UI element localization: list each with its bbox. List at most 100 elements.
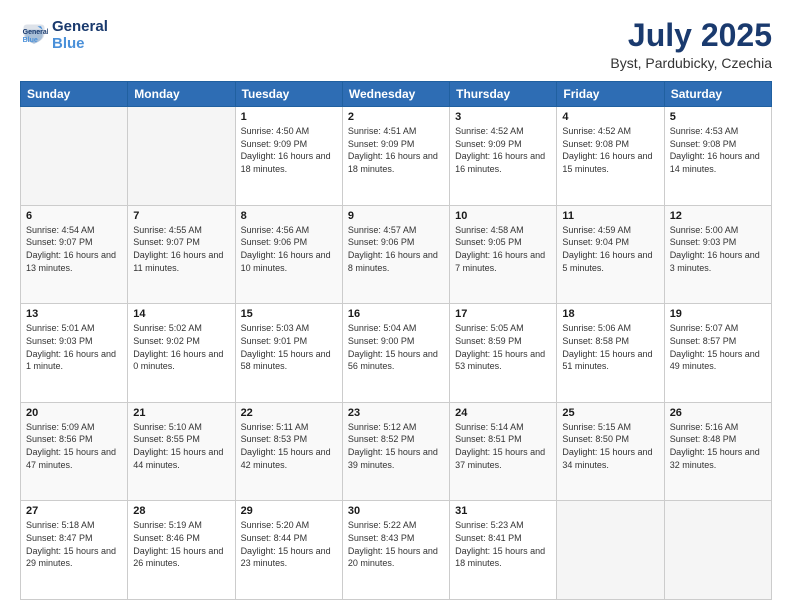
calendar-cell: 12 Sunrise: 5:00 AMSunset: 9:03 PMDaylig… (664, 205, 771, 304)
calendar-cell: 24 Sunrise: 5:14 AMSunset: 8:51 PMDaylig… (450, 402, 557, 501)
day-number: 25 (562, 407, 658, 419)
day-detail: Sunrise: 4:51 AMSunset: 9:09 PMDaylight:… (348, 125, 444, 175)
day-number: 24 (455, 407, 551, 419)
day-number: 4 (562, 111, 658, 123)
day-number: 17 (455, 308, 551, 320)
calendar-week-row: 6 Sunrise: 4:54 AMSunset: 9:07 PMDayligh… (21, 205, 772, 304)
weekday-header: Wednesday (342, 82, 449, 107)
calendar-cell: 31 Sunrise: 5:23 AMSunset: 8:41 PMDaylig… (450, 501, 557, 600)
day-detail: Sunrise: 5:05 AMSunset: 8:59 PMDaylight:… (455, 322, 551, 372)
day-detail: Sunrise: 5:00 AMSunset: 9:03 PMDaylight:… (670, 224, 766, 274)
weekday-header: Sunday (21, 82, 128, 107)
day-detail: Sunrise: 5:19 AMSunset: 8:46 PMDaylight:… (133, 519, 229, 569)
day-detail: Sunrise: 5:01 AMSunset: 9:03 PMDaylight:… (26, 322, 122, 372)
weekday-header: Friday (557, 82, 664, 107)
calendar-cell: 26 Sunrise: 5:16 AMSunset: 8:48 PMDaylig… (664, 402, 771, 501)
day-number: 23 (348, 407, 444, 419)
calendar-cell: 13 Sunrise: 5:01 AMSunset: 9:03 PMDaylig… (21, 304, 128, 403)
day-detail: Sunrise: 5:12 AMSunset: 8:52 PMDaylight:… (348, 421, 444, 471)
day-detail: Sunrise: 4:50 AMSunset: 9:09 PMDaylight:… (241, 125, 337, 175)
header: General Blue General Blue July 2025 Byst… (20, 18, 772, 71)
calendar-cell: 2 Sunrise: 4:51 AMSunset: 9:09 PMDayligh… (342, 107, 449, 206)
calendar-header-row: SundayMondayTuesdayWednesdayThursdayFrid… (21, 82, 772, 107)
logo-icon: General Blue (20, 21, 48, 49)
day-detail: Sunrise: 4:52 AMSunset: 9:08 PMDaylight:… (562, 125, 658, 175)
day-number: 2 (348, 111, 444, 123)
calendar-cell: 4 Sunrise: 4:52 AMSunset: 9:08 PMDayligh… (557, 107, 664, 206)
day-detail: Sunrise: 4:58 AMSunset: 9:05 PMDaylight:… (455, 224, 551, 274)
calendar-week-row: 27 Sunrise: 5:18 AMSunset: 8:47 PMDaylig… (21, 501, 772, 600)
day-detail: Sunrise: 5:11 AMSunset: 8:53 PMDaylight:… (241, 421, 337, 471)
day-number: 11 (562, 210, 658, 222)
calendar-table: SundayMondayTuesdayWednesdayThursdayFrid… (20, 81, 772, 600)
day-detail: Sunrise: 5:02 AMSunset: 9:02 PMDaylight:… (133, 322, 229, 372)
day-number: 16 (348, 308, 444, 320)
weekday-header: Thursday (450, 82, 557, 107)
day-detail: Sunrise: 5:07 AMSunset: 8:57 PMDaylight:… (670, 322, 766, 372)
day-number: 3 (455, 111, 551, 123)
day-number: 18 (562, 308, 658, 320)
day-detail: Sunrise: 4:56 AMSunset: 9:06 PMDaylight:… (241, 224, 337, 274)
calendar-cell: 20 Sunrise: 5:09 AMSunset: 8:56 PMDaylig… (21, 402, 128, 501)
calendar-cell (21, 107, 128, 206)
day-detail: Sunrise: 5:04 AMSunset: 9:00 PMDaylight:… (348, 322, 444, 372)
day-number: 15 (241, 308, 337, 320)
day-detail: Sunrise: 4:52 AMSunset: 9:09 PMDaylight:… (455, 125, 551, 175)
svg-text:General: General (23, 29, 48, 36)
day-number: 14 (133, 308, 229, 320)
day-number: 5 (670, 111, 766, 123)
calendar-cell (557, 501, 664, 600)
day-number: 31 (455, 505, 551, 517)
calendar-cell: 23 Sunrise: 5:12 AMSunset: 8:52 PMDaylig… (342, 402, 449, 501)
day-detail: Sunrise: 5:10 AMSunset: 8:55 PMDaylight:… (133, 421, 229, 471)
day-detail: Sunrise: 4:57 AMSunset: 9:06 PMDaylight:… (348, 224, 444, 274)
day-number: 20 (26, 407, 122, 419)
calendar-cell: 9 Sunrise: 4:57 AMSunset: 9:06 PMDayligh… (342, 205, 449, 304)
calendar-week-row: 1 Sunrise: 4:50 AMSunset: 9:09 PMDayligh… (21, 107, 772, 206)
day-number: 12 (670, 210, 766, 222)
logo: General Blue General Blue (20, 18, 108, 53)
day-number: 26 (670, 407, 766, 419)
calendar-cell: 21 Sunrise: 5:10 AMSunset: 8:55 PMDaylig… (128, 402, 235, 501)
logo-text: General Blue (52, 18, 108, 53)
day-detail: Sunrise: 4:55 AMSunset: 9:07 PMDaylight:… (133, 224, 229, 274)
day-number: 28 (133, 505, 229, 517)
day-detail: Sunrise: 4:59 AMSunset: 9:04 PMDaylight:… (562, 224, 658, 274)
calendar-cell: 6 Sunrise: 4:54 AMSunset: 9:07 PMDayligh… (21, 205, 128, 304)
calendar-cell: 7 Sunrise: 4:55 AMSunset: 9:07 PMDayligh… (128, 205, 235, 304)
calendar-cell: 1 Sunrise: 4:50 AMSunset: 9:09 PMDayligh… (235, 107, 342, 206)
day-detail: Sunrise: 5:14 AMSunset: 8:51 PMDaylight:… (455, 421, 551, 471)
day-number: 13 (26, 308, 122, 320)
day-detail: Sunrise: 5:20 AMSunset: 8:44 PMDaylight:… (241, 519, 337, 569)
calendar-cell: 14 Sunrise: 5:02 AMSunset: 9:02 PMDaylig… (128, 304, 235, 403)
calendar-cell (128, 107, 235, 206)
day-number: 22 (241, 407, 337, 419)
calendar-cell: 11 Sunrise: 4:59 AMSunset: 9:04 PMDaylig… (557, 205, 664, 304)
calendar-week-row: 20 Sunrise: 5:09 AMSunset: 8:56 PMDaylig… (21, 402, 772, 501)
calendar-cell: 5 Sunrise: 4:53 AMSunset: 9:08 PMDayligh… (664, 107, 771, 206)
day-number: 8 (241, 210, 337, 222)
day-number: 21 (133, 407, 229, 419)
day-number: 1 (241, 111, 337, 123)
day-number: 10 (455, 210, 551, 222)
day-detail: Sunrise: 5:09 AMSunset: 8:56 PMDaylight:… (26, 421, 122, 471)
day-detail: Sunrise: 5:15 AMSunset: 8:50 PMDaylight:… (562, 421, 658, 471)
day-detail: Sunrise: 5:06 AMSunset: 8:58 PMDaylight:… (562, 322, 658, 372)
calendar-cell: 29 Sunrise: 5:20 AMSunset: 8:44 PMDaylig… (235, 501, 342, 600)
day-detail: Sunrise: 5:23 AMSunset: 8:41 PMDaylight:… (455, 519, 551, 569)
calendar-cell: 15 Sunrise: 5:03 AMSunset: 9:01 PMDaylig… (235, 304, 342, 403)
weekday-header: Tuesday (235, 82, 342, 107)
calendar-cell: 8 Sunrise: 4:56 AMSunset: 9:06 PMDayligh… (235, 205, 342, 304)
calendar-cell: 3 Sunrise: 4:52 AMSunset: 9:09 PMDayligh… (450, 107, 557, 206)
svg-text:Blue: Blue (23, 37, 38, 44)
title-block: July 2025 Byst, Pardubicky, Czechia (610, 18, 772, 71)
day-number: 9 (348, 210, 444, 222)
day-detail: Sunrise: 5:16 AMSunset: 8:48 PMDaylight:… (670, 421, 766, 471)
day-number: 29 (241, 505, 337, 517)
day-detail: Sunrise: 5:18 AMSunset: 8:47 PMDaylight:… (26, 519, 122, 569)
calendar-cell: 16 Sunrise: 5:04 AMSunset: 9:00 PMDaylig… (342, 304, 449, 403)
day-detail: Sunrise: 4:53 AMSunset: 9:08 PMDaylight:… (670, 125, 766, 175)
day-number: 6 (26, 210, 122, 222)
calendar-week-row: 13 Sunrise: 5:01 AMSunset: 9:03 PMDaylig… (21, 304, 772, 403)
day-number: 7 (133, 210, 229, 222)
